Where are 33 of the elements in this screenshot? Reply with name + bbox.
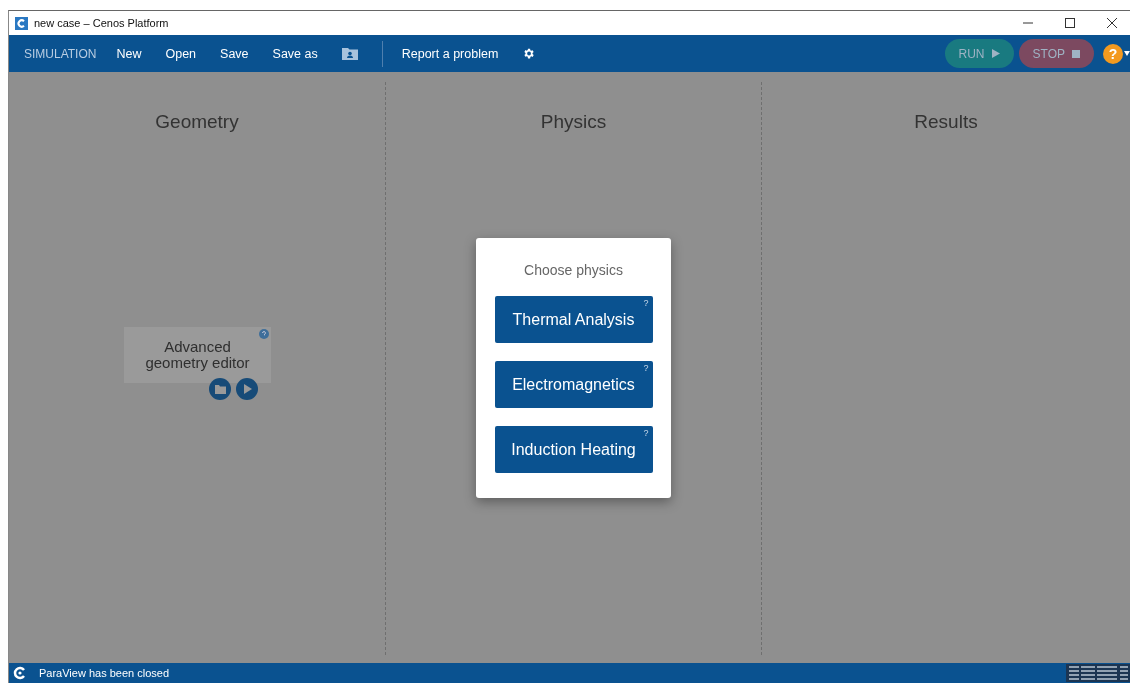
app-logo-icon [13, 666, 27, 680]
geometry-editor-card[interactable]: Advanced geometry editor [124, 327, 271, 383]
window-title: new case – Cenos Platform [34, 17, 170, 29]
physics-option-button[interactable]: Thermal Analysis ? [494, 296, 653, 343]
toolbar-button[interactable]: Save [220, 46, 249, 61]
maximize-icon[interactable] [1065, 18, 1075, 28]
stop-icon [1072, 49, 1080, 58]
column-title: Physics [540, 111, 607, 133]
toolbar-button[interactable]: Open [165, 46, 197, 61]
help-mark[interactable]: ? [643, 363, 649, 373]
column-title: Geometry [155, 111, 239, 133]
physics-option-button[interactable]: Induction Heating ? [494, 426, 653, 473]
card-label: Advanced geometry editor [144, 339, 251, 371]
caret-icon[interactable] [1124, 51, 1130, 56]
column-title: Results [914, 111, 978, 133]
toolbar-button[interactable]: Save as [272, 46, 318, 61]
help-mark[interactable]: ? [643, 298, 649, 308]
play-button[interactable] [236, 378, 258, 400]
toolbar-button[interactable]: Report a problem [401, 46, 499, 61]
folder-user-icon[interactable] [341, 47, 358, 60]
play-icon [991, 49, 1000, 58]
status-message: ParaView has been closed [39, 667, 171, 679]
help-icon[interactable] [259, 329, 269, 339]
toolbar-button[interactable]: New [116, 46, 142, 61]
toolbar-section-label: SIMULATION [24, 46, 97, 61]
physics-option-button[interactable]: Electromagnetics ? [494, 361, 653, 408]
settings-icon[interactable] [522, 47, 536, 60]
close-icon[interactable] [1107, 18, 1117, 28]
app-logo-icon [15, 16, 28, 30]
dialog-title: Choose physics [524, 262, 623, 278]
help-mark[interactable]: ? [643, 428, 649, 438]
open-folder-button[interactable] [209, 378, 231, 400]
log-thumbnail-drawing [1066, 664, 1130, 682]
